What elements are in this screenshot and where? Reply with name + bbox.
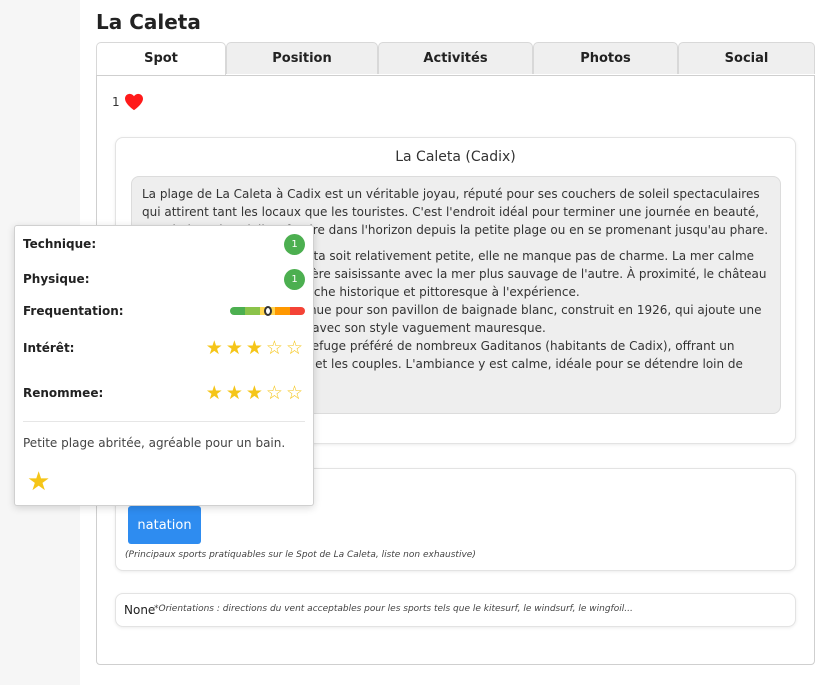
star-empty-icon: ☆ xyxy=(285,382,303,404)
sports-note: (Principaux sports pratiquables sur le S… xyxy=(125,550,476,560)
frequentation-label: Frequentation: xyxy=(23,304,124,318)
like-count: 1 xyxy=(112,95,120,109)
technique-label: Technique: xyxy=(23,237,97,251)
interet-label: Intérêt: xyxy=(23,341,75,355)
tab-spot[interactable]: Spot xyxy=(96,42,226,76)
star-filled-icon: ★ xyxy=(245,337,263,359)
star-empty-icon: ☆ xyxy=(265,382,283,404)
orientations-note: *Orientations : directions du vent accep… xyxy=(154,604,633,614)
physique-label: Physique: xyxy=(23,272,90,286)
heart-icon[interactable] xyxy=(124,93,144,111)
popup-divider xyxy=(23,421,305,422)
technique-badge: 1 xyxy=(284,234,305,255)
star-icon[interactable]: ★ xyxy=(27,469,50,495)
renommee-stars: ★ ★ ★ ☆ ☆ xyxy=(206,383,303,403)
renommee-label: Renommee: xyxy=(23,386,104,400)
tab-photos[interactable]: Photos xyxy=(533,42,678,74)
star-empty-icon: ☆ xyxy=(285,337,303,359)
description-title: La Caleta (Cadix) xyxy=(395,149,516,165)
star-empty-icon: ☆ xyxy=(265,337,283,359)
orientations-value: None xyxy=(124,603,156,617)
page-title: La Caleta xyxy=(96,10,201,34)
star-filled-icon: ★ xyxy=(205,382,223,404)
star-filled-icon: ★ xyxy=(245,382,263,404)
star-filled-icon: ★ xyxy=(205,337,223,359)
popup-description: Petite plage abritée, agréable pour un b… xyxy=(23,436,286,450)
likes: 1 xyxy=(112,93,144,111)
tab-social[interactable]: Social xyxy=(678,42,815,74)
star-filled-icon: ★ xyxy=(225,382,243,404)
sport-natation-button[interactable]: natation xyxy=(128,506,201,544)
orientations-card: None *Orientations : directions du vent … xyxy=(115,593,796,627)
frequentation-marker xyxy=(263,306,272,316)
tab-position[interactable]: Position xyxy=(226,42,378,74)
star-filled-icon: ★ xyxy=(225,337,243,359)
tab-bar: Spot Position Activités Photos Social xyxy=(96,42,815,76)
physique-badge: 1 xyxy=(284,269,305,290)
interet-stars: ★ ★ ★ ☆ ☆ xyxy=(206,338,303,358)
spot-info-popup: Technique: 1 Physique: 1 Frequentation: … xyxy=(14,225,314,506)
tab-activites[interactable]: Activités xyxy=(378,42,533,74)
